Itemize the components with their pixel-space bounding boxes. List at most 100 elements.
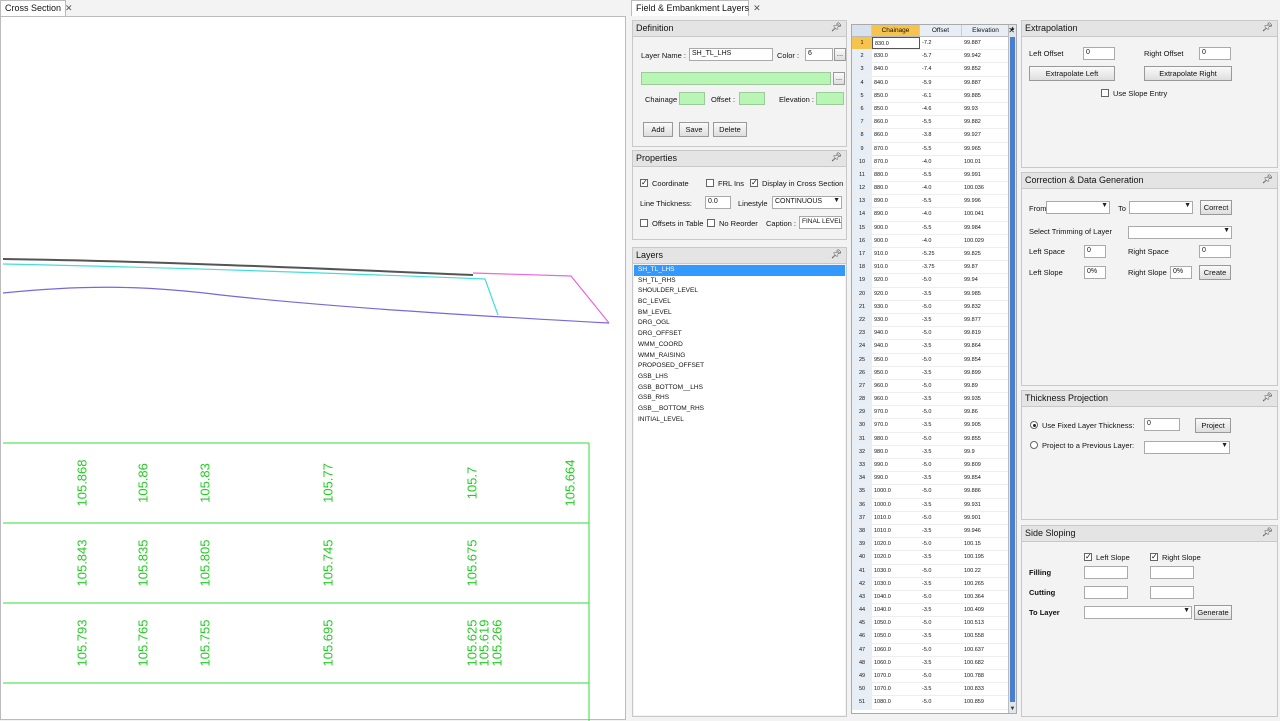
elevation-cell[interactable]: 99.864 [962, 340, 1010, 352]
chainage-cell[interactable]: 990.0 [872, 459, 920, 471]
no-reorder-checkbox[interactable] [707, 219, 715, 227]
table-row[interactable]: 32 980.0 -3.5 99.9 [852, 445, 1010, 459]
chainage-cell[interactable]: 970.0 [872, 419, 920, 431]
elevation-cell[interactable]: 100.682 [962, 657, 1010, 669]
row-number[interactable]: 15 [852, 221, 872, 234]
generate-button[interactable]: Generate [1194, 605, 1232, 620]
row-number[interactable]: 29 [852, 406, 872, 419]
offset-cell[interactable]: -3.5 [920, 367, 962, 379]
elevation-cell[interactable]: 99.809 [962, 459, 1010, 471]
right-slope-checkbox[interactable]: ✓ [1150, 553, 1158, 561]
previous-layer-select[interactable]: ▼ [1144, 441, 1230, 454]
use-slope-entry-checkbox[interactable] [1101, 89, 1109, 97]
table-row[interactable]: 41 1030.0 -5.0 100.22 [852, 564, 1010, 578]
column-header-elevation[interactable]: Elevation [962, 25, 1010, 36]
offset-cell[interactable]: -5.5 [920, 116, 962, 128]
elevation-cell[interactable]: 100.041 [962, 208, 1010, 220]
layer-list-item[interactable]: BM_LEVEL [634, 308, 845, 319]
layer-list-item[interactable]: SHOULDER_LEVEL [634, 286, 845, 297]
frl-ins-checkbox[interactable] [706, 179, 714, 187]
elevation-cell[interactable]: 99.852 [962, 63, 1010, 75]
chainage-cell[interactable]: 850.0 [872, 103, 920, 115]
table-row[interactable]: 12 880.0 -4.0 100.036 [852, 182, 1010, 196]
elevation-cell[interactable]: 99.877 [962, 314, 1010, 326]
grid-corner[interactable] [852, 25, 872, 36]
row-number[interactable]: 27 [852, 379, 872, 393]
row-number[interactable]: 22 [852, 313, 872, 327]
filling-left-input[interactable] [1084, 566, 1128, 579]
elevation-cell[interactable]: 99.887 [962, 37, 1010, 49]
chainage-cell[interactable]: 950.0 [872, 367, 920, 379]
offset-cell[interactable]: -5.5 [920, 169, 962, 181]
offsets-in-table-checkbox[interactable] [640, 219, 648, 227]
table-row[interactable]: 42 1030.0 -3.5 100.265 [852, 577, 1010, 591]
elevation-cell[interactable]: 99.855 [962, 433, 1010, 445]
chainage-input[interactable] [679, 92, 705, 105]
to-select[interactable]: ▼ [1129, 201, 1193, 214]
caption-input[interactable]: FINAL LEVEL [799, 216, 842, 229]
elevation-cell[interactable]: 99.885 [962, 90, 1010, 102]
elevation-cell[interactable]: 99.87 [962, 261, 1010, 273]
row-number[interactable]: 21 [852, 300, 872, 313]
offset-cell[interactable]: -3.5 [920, 683, 962, 695]
row-number[interactable]: 30 [852, 419, 872, 432]
left-space-input[interactable]: 0 [1084, 245, 1106, 258]
row-number[interactable]: 32 [852, 445, 872, 458]
table-row[interactable]: 48 1060.0 -3.5 100.682 [852, 656, 1010, 670]
elevation-cell[interactable]: 99.965 [962, 143, 1010, 155]
table-row[interactable]: 18 910.0 -3.75 99.87 [852, 261, 1010, 275]
row-number[interactable]: 6 [852, 102, 872, 116]
from-select[interactable]: ▼ [1046, 201, 1110, 214]
display-in-cs-checkbox[interactable]: ✓ [750, 179, 758, 187]
offset-cell[interactable]: -5.9 [920, 77, 962, 89]
table-row[interactable]: 19 920.0 -5.0 99.94 [852, 274, 1010, 288]
row-number[interactable]: 49 [852, 670, 872, 683]
chainage-cell[interactable]: 1080.0 [872, 696, 920, 708]
offset-cell[interactable]: -5.7 [920, 50, 962, 62]
pin-icon[interactable]: 📌︎ [1262, 174, 1273, 185]
row-number[interactable]: 50 [852, 683, 872, 696]
close-icon[interactable]: ✕ [65, 3, 73, 13]
elevation-input[interactable] [816, 92, 844, 105]
to-layer-select[interactable]: ▼ [1084, 606, 1192, 619]
offset-cell[interactable]: -5.0 [920, 512, 962, 524]
offset-cell[interactable]: -6.1 [920, 90, 962, 102]
offset-cell[interactable]: -5.0 [920, 301, 962, 313]
elevation-cell[interactable]: 99.832 [962, 301, 1010, 313]
offset-cell[interactable]: -3.5 [920, 499, 962, 511]
pin-icon[interactable]: 📌︎ [831, 22, 842, 33]
offset-cell[interactable]: -3.75 [920, 261, 962, 273]
offset-cell[interactable]: -4.0 [920, 156, 962, 168]
row-number[interactable]: 10 [852, 155, 872, 168]
use-fixed-radio[interactable] [1030, 421, 1038, 429]
chainage-cell[interactable]: 990.0 [872, 472, 920, 484]
chainage-cell[interactable]: 1050.0 [872, 630, 920, 642]
chainage-cell[interactable]: 900.0 [872, 235, 920, 247]
scroll-down-icon[interactable]: ▼ [1009, 706, 1016, 712]
elevation-cell[interactable]: 99.927 [962, 129, 1010, 141]
scrollbar-thumb[interactable] [1010, 37, 1015, 702]
chainage-cell[interactable]: 940.0 [872, 340, 920, 352]
chainage-cell[interactable]: 1000.0 [872, 485, 920, 497]
table-row[interactable]: 7 860.0 -5.5 99.882 [852, 116, 1010, 130]
pin-icon[interactable]: 📌︎ [831, 249, 842, 260]
row-number[interactable]: 11 [852, 168, 872, 182]
offset-cell[interactable]: -5.5 [920, 195, 962, 207]
table-row[interactable]: 34 990.0 -3.5 99.854 [852, 472, 1010, 486]
pin-icon[interactable]: 📌︎ [831, 152, 842, 163]
row-number[interactable]: 41 [852, 564, 872, 577]
offset-cell[interactable]: -5.0 [920, 380, 962, 392]
chainage-cell[interactable]: 850.0 [872, 90, 920, 102]
project-button[interactable]: Project [1195, 418, 1231, 433]
elevation-cell[interactable]: 99.86 [962, 406, 1010, 418]
table-row[interactable]: 37 1010.0 -5.0 99.901 [852, 511, 1010, 525]
offset-cell[interactable]: -5.5 [920, 222, 962, 234]
chainage-cell[interactable]: 840.0 [872, 63, 920, 75]
chainage-cell[interactable]: 830.0 [872, 50, 920, 62]
elevation-cell[interactable]: 99.942 [962, 50, 1010, 62]
elevation-cell[interactable]: 99.825 [962, 248, 1010, 260]
chainage-cell[interactable]: 890.0 [872, 195, 920, 207]
table-row[interactable]: 49 1070.0 -5.0 100.788 [852, 670, 1010, 684]
table-row[interactable]: 26 950.0 -3.5 99.899 [852, 366, 1010, 380]
pin-icon[interactable]: 📌︎ [1262, 527, 1273, 538]
